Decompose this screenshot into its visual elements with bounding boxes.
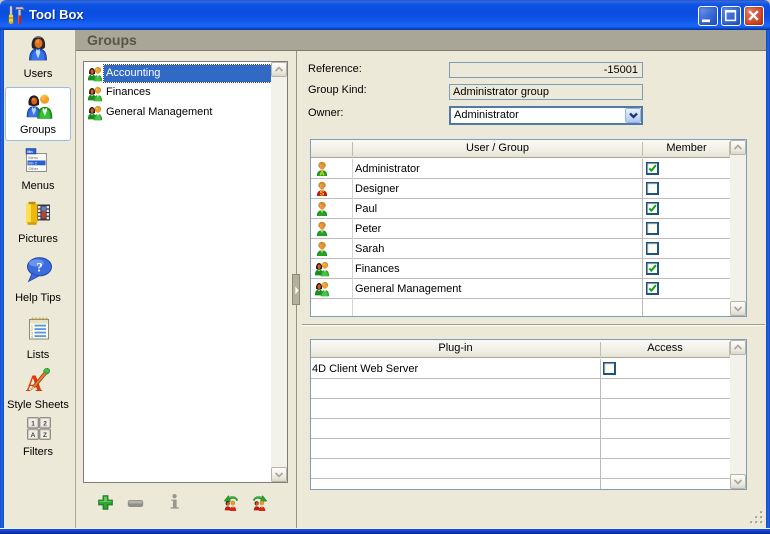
svg-text:?: ? bbox=[36, 260, 43, 275]
svg-text:Z: Z bbox=[43, 432, 47, 439]
svg-text:Menu: Menu bbox=[29, 156, 39, 160]
svg-text:1: 1 bbox=[31, 421, 35, 428]
svg-text:A: A bbox=[319, 171, 324, 177]
svg-text:Other: Other bbox=[29, 167, 39, 171]
svg-text:Mn 2: Mn 2 bbox=[29, 161, 37, 165]
svg-text:4: 4 bbox=[31, 335, 33, 339]
svg-text:S: S bbox=[320, 191, 325, 197]
svg-text:2: 2 bbox=[43, 421, 47, 428]
svg-text:A: A bbox=[31, 432, 36, 439]
svg-text:Mn: Mn bbox=[27, 150, 33, 154]
